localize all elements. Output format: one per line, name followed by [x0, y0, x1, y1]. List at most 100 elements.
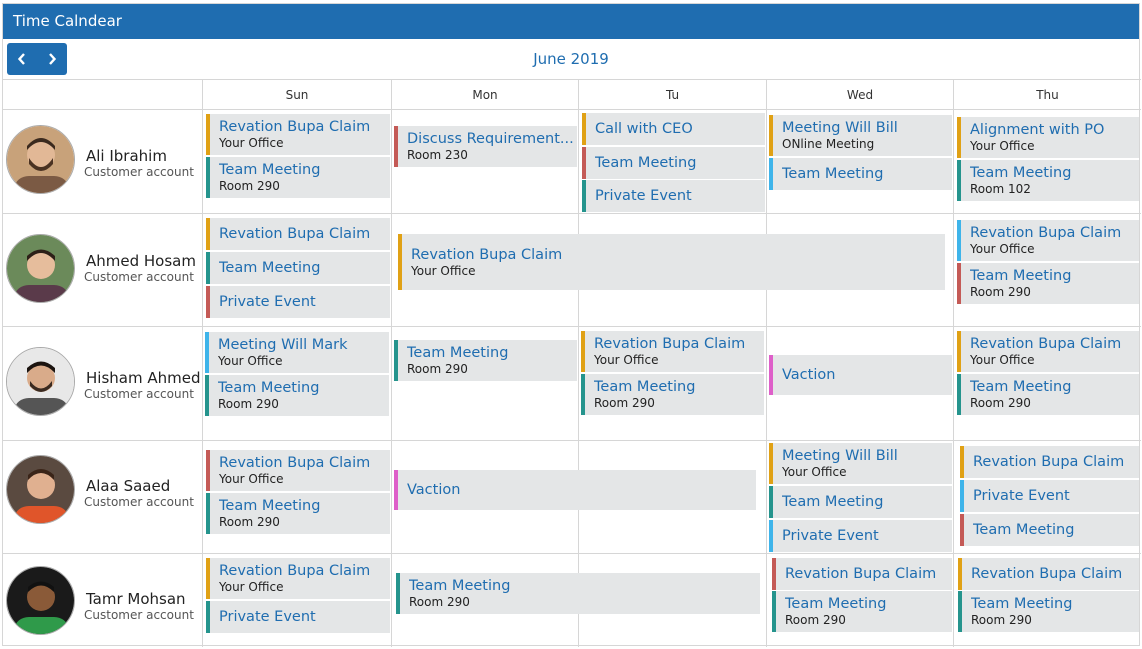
event-title: Revation Bupa Claim: [785, 566, 937, 582]
day-header-thu: Thu: [1036, 88, 1059, 102]
event-title: Team Meeting: [219, 162, 321, 178]
resource-row-header: Hisham Ahmed Customer account: [3, 327, 202, 440]
event-title: Team Meeting: [971, 596, 1073, 612]
event-title: Team Meeting: [970, 268, 1072, 284]
event-location: Room 290: [219, 179, 280, 193]
event-title: Private Event: [973, 488, 1070, 504]
grid-line: [391, 79, 392, 647]
grid-line: [202, 79, 203, 647]
resource-row-header: Ali Ibrahim Customer account: [3, 110, 202, 213]
chevron-right-icon: [49, 53, 57, 65]
event-block[interactable]: Private Event: [206, 286, 390, 318]
event-title: Revation Bupa Claim: [594, 336, 746, 352]
event-title: Private Event: [219, 609, 316, 625]
person-name: Hisham Ahmed: [86, 369, 201, 387]
event-title: Revation Bupa Claim: [219, 119, 371, 135]
event-block[interactable]: Team Meeting Room 102: [957, 160, 1139, 201]
event-block[interactable]: Discuss Requirement... Room 230: [394, 126, 577, 167]
event-block[interactable]: Vaction: [394, 470, 756, 510]
event-block[interactable]: Revation Bupa Claim Your Office: [398, 234, 945, 290]
event-title: Meeting Will Mark: [218, 337, 348, 353]
avatar: [6, 125, 75, 194]
event-block[interactable]: Team Meeting Room 290: [394, 340, 577, 381]
event-block[interactable]: Team Meeting Room 290: [206, 493, 390, 534]
event-block[interactable]: Team Meeting Room 290: [581, 374, 764, 415]
event-block[interactable]: Team Meeting Room 290: [957, 263, 1139, 304]
event-title: Revation Bupa Claim: [970, 225, 1122, 241]
event-title: Team Meeting: [970, 165, 1072, 181]
person-role: Customer account: [84, 608, 194, 622]
event-block[interactable]: Meeting Will Mark Your Office: [205, 332, 389, 373]
event-block[interactable]: Revation Bupa Claim: [772, 558, 952, 590]
event-block[interactable]: Revation Bupa Claim: [206, 218, 390, 250]
event-block[interactable]: Team Meeting: [769, 158, 952, 190]
event-title: Revation Bupa Claim: [219, 563, 371, 579]
event-block[interactable]: Team Meeting: [769, 486, 952, 518]
event-block[interactable]: Team Meeting: [206, 252, 390, 284]
event-block[interactable]: Private Event: [206, 601, 390, 633]
event-location: Your Office: [219, 136, 284, 150]
event-block[interactable]: Meeting Will Bill ONline Meeting: [769, 115, 952, 156]
event-block[interactable]: Revation Bupa Claim Your Office: [206, 558, 390, 599]
day-header-tu: Tu: [665, 88, 680, 102]
event-location: Room 290: [407, 362, 468, 376]
event-block[interactable]: Private Event: [582, 180, 765, 212]
grid-line: [578, 79, 579, 647]
event-title: Private Event: [595, 188, 692, 204]
prev-month-button[interactable]: [7, 43, 37, 75]
event-block[interactable]: Revation Bupa Claim Your Office: [206, 114, 390, 155]
event-title: Revation Bupa Claim: [411, 247, 563, 263]
event-title: Private Event: [782, 528, 879, 544]
event-block[interactable]: Revation Bupa Claim Your Office: [957, 331, 1139, 372]
event-block[interactable]: Team Meeting Room 290: [206, 157, 390, 198]
event-block[interactable]: Team Meeting Room 290: [772, 591, 952, 632]
event-block[interactable]: Vaction: [769, 355, 952, 395]
chevron-left-icon: [17, 53, 25, 65]
event-title: Revation Bupa Claim: [971, 566, 1123, 582]
event-block[interactable]: Call with CEO: [582, 113, 765, 145]
avatar: [6, 455, 75, 524]
event-title: Revation Bupa Claim: [219, 226, 371, 242]
event-title: Team Meeting: [595, 155, 697, 171]
event-location: Room 290: [594, 396, 655, 410]
event-block[interactable]: Team Meeting Room 290: [957, 374, 1139, 415]
grid-line: [766, 79, 767, 647]
event-title: Team Meeting: [970, 379, 1072, 395]
event-location: Your Office: [218, 354, 283, 368]
resource-row-header: Ahmed Hosam Customer account: [3, 214, 202, 326]
event-block[interactable]: Team Meeting: [582, 147, 765, 179]
avatar: [6, 234, 75, 303]
event-location: ONline Meeting: [782, 137, 875, 151]
event-block[interactable]: Alignment with PO Your Office: [957, 117, 1139, 158]
event-block[interactable]: Team Meeting Room 290: [205, 375, 389, 416]
event-block[interactable]: Revation Bupa Claim Your Office: [581, 331, 764, 372]
event-title: Discuss Requirement...: [407, 131, 574, 147]
event-block[interactable]: Private Event: [769, 520, 952, 552]
time-calendar-app: Time Calndear June 2019 Sun Mon Tu Wed T…: [2, 3, 1141, 647]
event-location: Your Office: [219, 580, 284, 594]
event-block[interactable]: Revation Bupa Claim: [960, 446, 1139, 478]
grid-line: [953, 79, 954, 647]
event-title: Team Meeting: [409, 578, 511, 594]
event-title: Team Meeting: [782, 166, 884, 182]
person-name: Ali Ibrahim: [86, 147, 167, 165]
event-block[interactable]: Team Meeting: [960, 514, 1139, 546]
event-block[interactable]: Private Event: [960, 480, 1139, 512]
event-title: Revation Bupa Claim: [970, 336, 1122, 352]
person-name: Alaa Saaed: [86, 477, 171, 495]
person-name: Tamr Mohsan: [86, 590, 186, 608]
avatar: [6, 347, 75, 416]
event-location: Your Office: [970, 353, 1035, 367]
event-block[interactable]: Revation Bupa Claim Your Office: [957, 220, 1139, 261]
person-role: Customer account: [84, 495, 194, 509]
event-block[interactable]: Team Meeting Room 290: [396, 573, 760, 614]
event-title: Vaction: [782, 367, 836, 383]
next-month-button[interactable]: [37, 43, 67, 75]
event-block[interactable]: Team Meeting Room 290: [958, 591, 1139, 632]
calendar-toolbar: June 2019: [3, 39, 1139, 79]
event-block[interactable]: Revation Bupa Claim Your Office: [206, 450, 390, 491]
event-block[interactable]: Meeting Will Bill Your Office: [769, 443, 952, 484]
event-block[interactable]: Revation Bupa Claim: [958, 558, 1139, 590]
resource-row-header: Alaa Saaed Customer account: [3, 441, 202, 553]
event-title: Team Meeting: [219, 260, 321, 276]
